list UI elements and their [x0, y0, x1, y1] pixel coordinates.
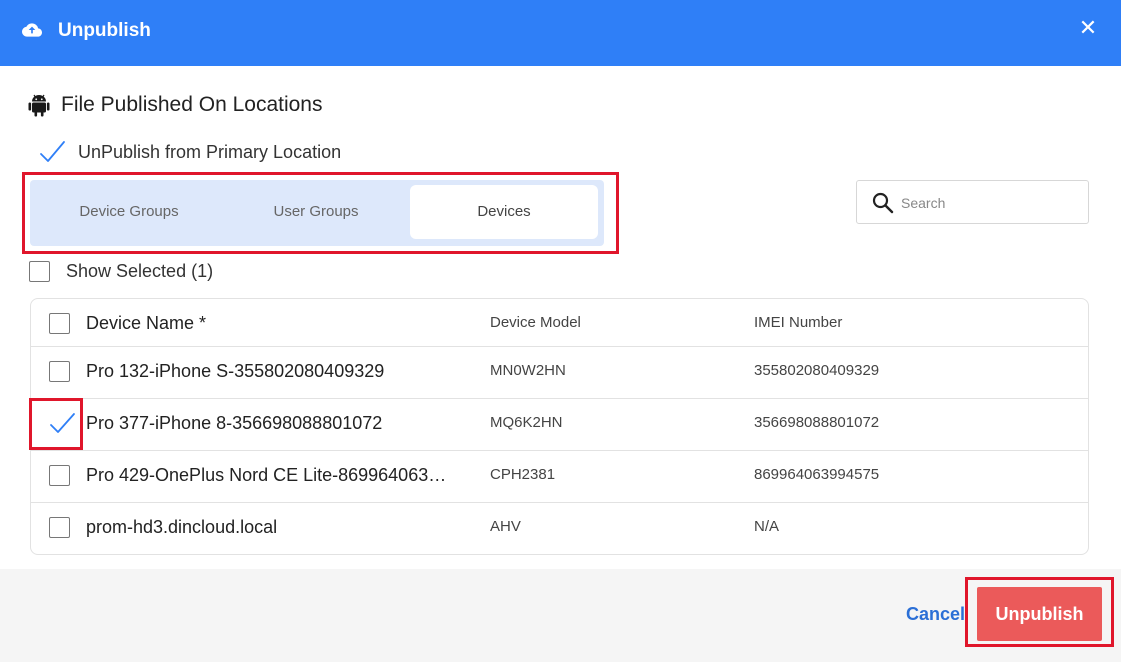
row-checkbox[interactable]: [49, 361, 70, 382]
search-icon: [872, 192, 894, 214]
column-header-device-name[interactable]: Device Name *: [86, 313, 456, 334]
device-model: CPH2381: [490, 466, 556, 483]
tab-device-groups[interactable]: Device Groups: [36, 185, 222, 239]
section-title-text: File Published On Locations: [61, 93, 323, 116]
android-icon: [28, 94, 50, 117]
imei-number: 356698088801072: [754, 414, 880, 431]
imei-number: 869964063994575: [754, 466, 880, 483]
table-row[interactable]: Pro 429-OnePlus Nord CE Lite-86996406399…: [31, 451, 1088, 503]
devices-table: Device Name * Device Model IMEI Number P…: [30, 298, 1089, 555]
tab-user-groups[interactable]: User Groups: [222, 185, 410, 239]
column-header-device-model: Device Model: [490, 314, 581, 331]
row-checkbox[interactable]: [49, 465, 70, 486]
imei-number: 355802080409329: [754, 362, 880, 379]
close-icon[interactable]: ✕: [1075, 15, 1101, 41]
tab-devices[interactable]: Devices: [410, 185, 598, 239]
table-row[interactable]: prom-hd3.dincloud.local AHV N/A: [31, 503, 1088, 554]
cloud-upload-icon: [22, 23, 42, 37]
checkmark-icon: [40, 141, 65, 162]
cancel-button[interactable]: Cancel: [906, 604, 965, 625]
row-checkbox[interactable]: [49, 517, 70, 538]
device-model: AHV: [490, 518, 521, 535]
device-name: Pro 377-iPhone 8-356698088801072: [86, 413, 383, 433]
unpublish-button[interactable]: Unpublish: [977, 587, 1102, 641]
table-header-row: Device Name * Device Model IMEI Number: [31, 299, 1088, 347]
device-model: MQ6K2HN: [490, 414, 563, 431]
section-title: File Published On Locations: [28, 90, 323, 120]
unpublish-primary-location-checkbox[interactable]: UnPublish from Primary Location: [38, 138, 341, 166]
primary-location-label: UnPublish from Primary Location: [78, 141, 342, 162]
imei-number: N/A: [754, 518, 780, 535]
dialog-header: Unpublish ✕: [0, 0, 1121, 66]
device-name: Pro 429-OnePlus Nord CE Lite-86996406399…: [86, 465, 456, 485]
show-selected-checkbox[interactable]: [29, 260, 50, 282]
table-row[interactable]: Pro 132-iPhone S-355802080409329 MN0W2HN…: [31, 347, 1088, 399]
dialog-footer: Cancel Unpublish: [0, 569, 1121, 662]
search-input[interactable]: [901, 191, 1081, 215]
device-name: prom-hd3.dincloud.local: [86, 517, 278, 537]
dialog-title: Unpublish: [58, 20, 151, 41]
show-selected-toggle: Show Selected (1): [29, 259, 213, 283]
row-checkbox-checked[interactable]: [47, 408, 77, 438]
search-box: [856, 180, 1089, 224]
column-header-imei: IMEI Number: [754, 314, 843, 331]
device-model: MN0W2HN: [490, 362, 566, 379]
device-name: Pro 132-iPhone S-355802080409329: [86, 361, 385, 381]
select-all-checkbox[interactable]: [49, 313, 70, 334]
show-selected-label: Show Selected (1): [66, 260, 214, 281]
location-tabs: Device Groups User Groups Devices: [30, 180, 604, 246]
table-row[interactable]: Pro 377-iPhone 8-356698088801072 MQ6K2HN…: [31, 399, 1088, 451]
